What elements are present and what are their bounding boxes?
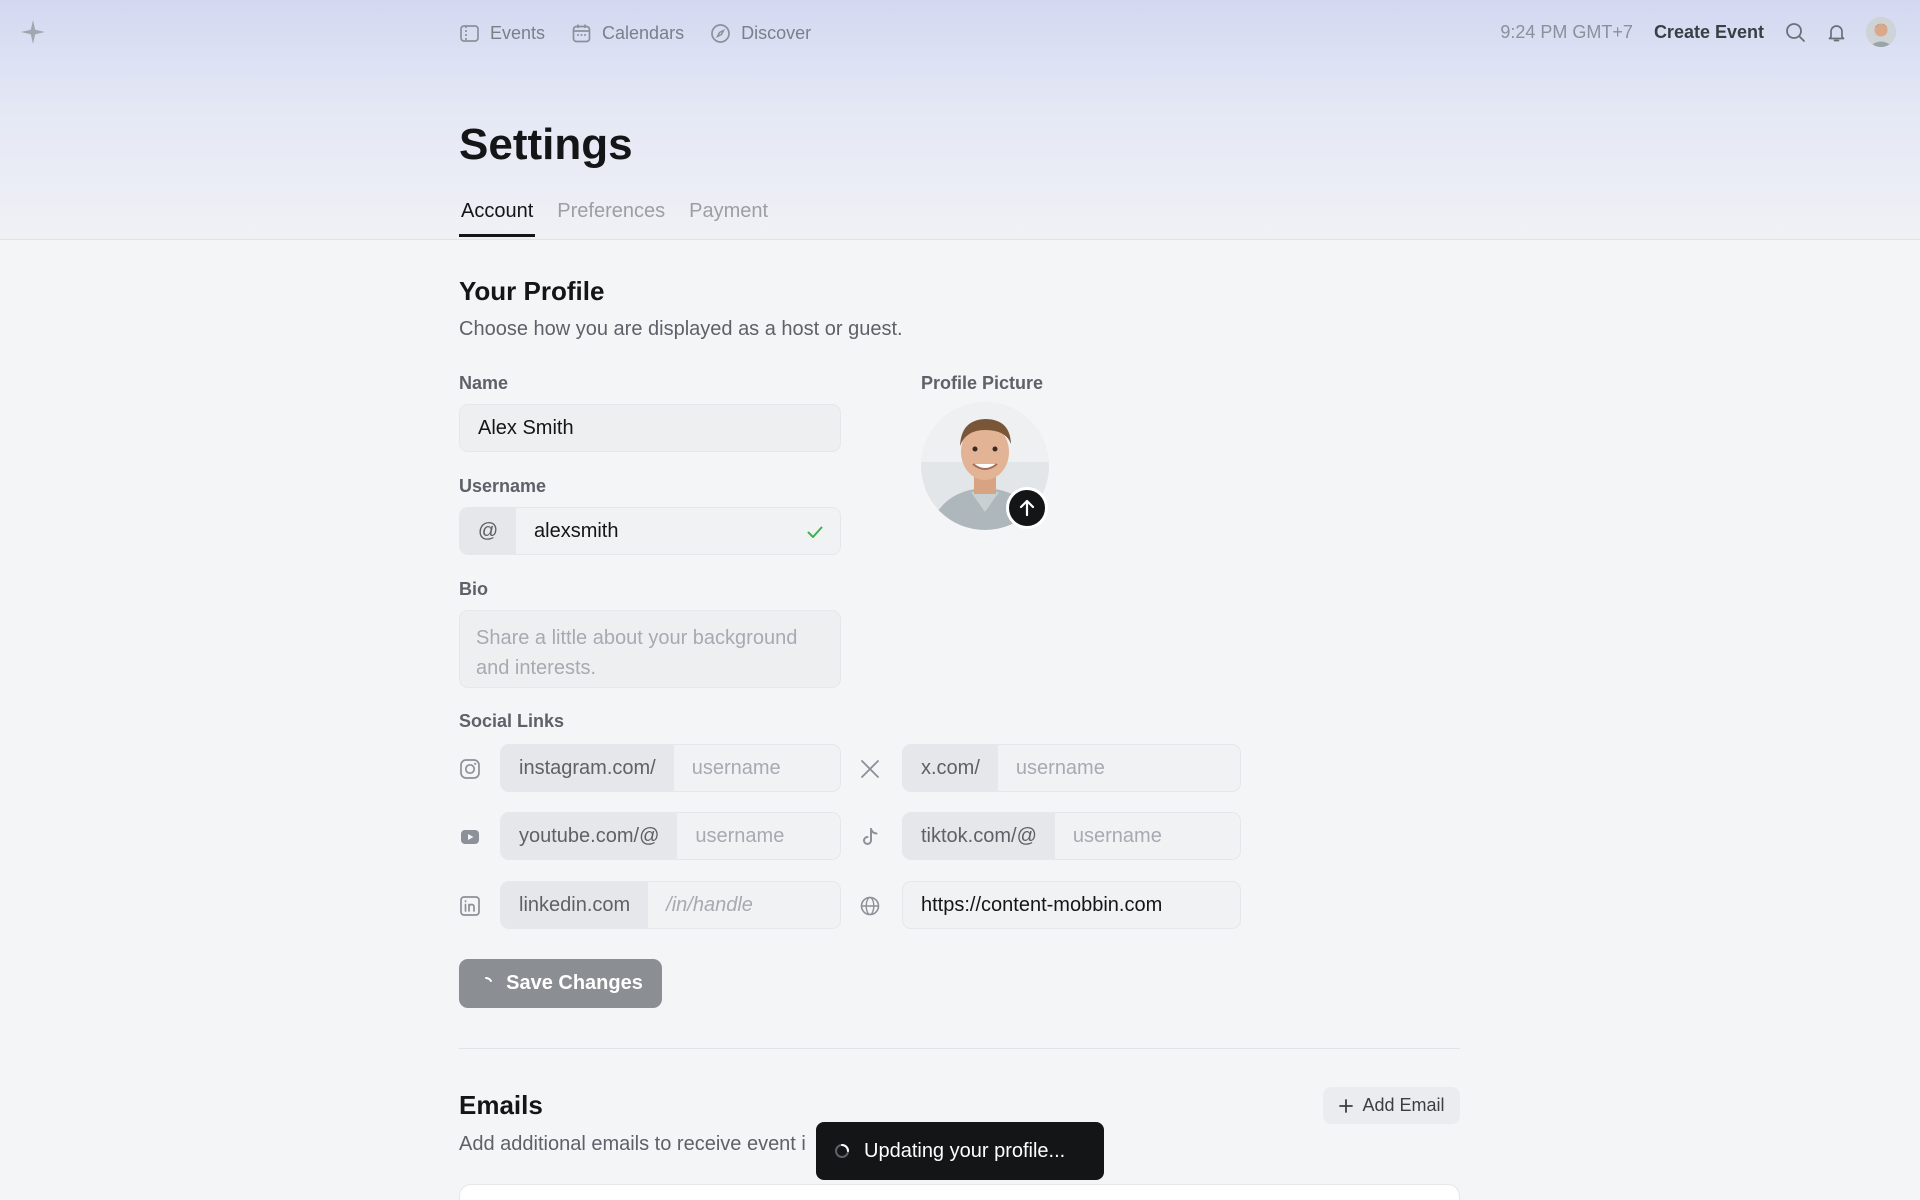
loading-spinner-icon: [835, 1144, 849, 1158]
youtube-icon: [461, 830, 479, 844]
add-email-label: Add Email: [1362, 1095, 1445, 1115]
instagram-prefix: instagram.com/: [501, 745, 674, 791]
profile-section-title: Your Profile: [459, 276, 605, 306]
page-title: Settings: [459, 120, 633, 169]
arrow-up-icon: [1019, 499, 1035, 517]
email-list-card: [459, 1184, 1460, 1200]
tiktok-icon: [863, 828, 878, 845]
profile-section-subtitle: Choose how you are displayed as a host o…: [459, 318, 903, 340]
settings-tabs: Account Preferences Payment: [459, 196, 770, 237]
profile-picture-label: Profile Picture: [921, 373, 1044, 393]
username-field[interactable]: @ alexsmith: [459, 507, 841, 555]
add-email-button[interactable]: Add Email: [1323, 1087, 1460, 1124]
nav-events[interactable]: Events: [459, 20, 545, 46]
bell-icon: [1828, 24, 1844, 41]
bio-label: Bio: [459, 579, 488, 599]
website-value: https://content-mobbin.com: [921, 893, 1163, 916]
tiktok-field[interactable]: tiktok.com/@ username: [902, 812, 1241, 860]
search-button[interactable]: [1784, 21, 1806, 43]
top-navigation: Events Calendars Discover 9:24 PM GMT+7 …: [0, 0, 1920, 66]
notifications-button[interactable]: [1825, 21, 1847, 43]
linkedin-icon: [460, 896, 480, 916]
nav-discover[interactable]: Discover: [710, 20, 811, 46]
social-links-label: Social Links: [459, 711, 565, 731]
avatar-photo: [1866, 17, 1896, 47]
bio-placeholder: Share a little about your background and…: [476, 627, 798, 679]
x-prefix: x.com/: [903, 745, 998, 791]
x-field[interactable]: x.com/ username: [902, 744, 1241, 792]
clock-time: 9:24 PM GMT+7: [1500, 21, 1633, 42]
compass-icon: [711, 23, 730, 43]
instagram-field[interactable]: instagram.com/ username: [500, 744, 841, 792]
youtube-field[interactable]: youtube.com/@ username: [500, 812, 841, 860]
x-icon: [861, 760, 879, 778]
check-icon: [807, 526, 823, 538]
create-event-link[interactable]: Create Event: [1654, 22, 1764, 43]
tiktok-prefix: tiktok.com/@: [903, 813, 1055, 859]
ticket-icon: [460, 24, 479, 42]
plus-icon: [1339, 1098, 1354, 1113]
youtube-prefix: youtube.com/@: [501, 813, 678, 859]
upload-photo-button[interactable]: [1006, 487, 1048, 529]
username-at-prefix: @: [460, 508, 516, 554]
search-icon: [1785, 22, 1805, 42]
username-value: alexsmith: [516, 508, 840, 554]
website-field[interactable]: https://content-mobbin.com: [902, 881, 1241, 929]
main-nav: Events Calendars Discover: [459, 20, 811, 46]
nav-events-label: Events: [490, 22, 546, 43]
save-changes-label: Save Changes: [506, 972, 643, 994]
linkedin-handle-input: /in/handle: [648, 882, 840, 928]
name-field[interactable]: Alex Smith: [459, 404, 841, 452]
section-divider: [459, 1048, 1460, 1049]
calendar-icon: [572, 24, 591, 42]
tiktok-username-input: username: [1054, 813, 1240, 859]
sparkle-logo-icon[interactable]: [20, 19, 46, 45]
toast-notification: Updating your profile...: [816, 1122, 1104, 1180]
linkedin-field[interactable]: linkedin.com /in/handle: [500, 881, 841, 929]
save-changes-button[interactable]: Save Changes: [459, 959, 662, 1008]
spinner-icon: [485, 976, 493, 982]
linkedin-prefix: linkedin.com: [501, 882, 649, 928]
tab-preferences[interactable]: Preferences: [555, 196, 667, 237]
instagram-icon: [460, 759, 480, 779]
emails-section-subtitle: Add additional emails to receive event i: [459, 1133, 806, 1155]
x-username-input: username: [997, 745, 1240, 791]
nav-calendars[interactable]: Calendars: [571, 20, 684, 46]
bio-textarea[interactable]: Share a little about your background and…: [459, 610, 841, 688]
instagram-username-input: username: [673, 745, 840, 791]
toast-message: Updating your profile...: [864, 1139, 1066, 1162]
name-label: Name: [459, 373, 509, 393]
name-value: Alex Smith: [478, 416, 574, 439]
username-label: Username: [459, 476, 547, 496]
nav-calendars-label: Calendars: [602, 22, 685, 43]
youtube-username-input: username: [677, 813, 840, 859]
top-right-actions: 9:24 PM GMT+7 Create Event: [1500, 17, 1896, 47]
user-avatar[interactable]: [1866, 17, 1896, 47]
tab-account[interactable]: Account: [459, 196, 536, 237]
globe-icon: [860, 896, 880, 916]
tab-payment[interactable]: Payment: [687, 196, 770, 237]
nav-discover-label: Discover: [741, 22, 812, 43]
emails-section-title: Emails: [459, 1090, 543, 1120]
